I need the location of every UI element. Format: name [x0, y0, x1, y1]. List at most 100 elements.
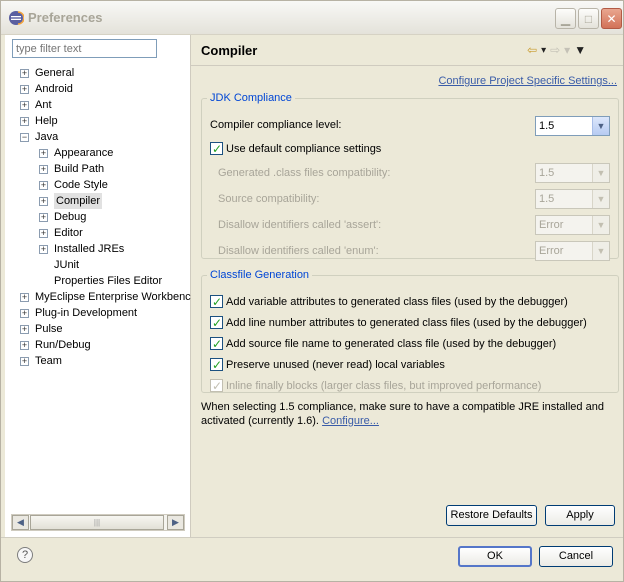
disallow-enum-select[interactable]: Error ▼ [535, 241, 610, 261]
tree-item[interactable]: + Code Style [5, 177, 191, 193]
classfile-option-label: Add variable attributes to generated cla… [226, 296, 568, 308]
tree-item[interactable]: + Editor [5, 225, 191, 241]
tree-item[interactable]: + Ant [5, 97, 191, 113]
expand-icon[interactable]: + [20, 341, 29, 350]
checkbox-icon [210, 377, 223, 395]
expand-icon[interactable]: + [20, 357, 29, 366]
close-icon: ✕ [606, 11, 617, 26]
tree-item[interactable]: Properties Files Editor [5, 273, 191, 289]
classfile-option-checkbox[interactable]: Preserve unused (never read) local varia… [210, 356, 445, 374]
classfile-option-label: Add line number attributes to generated … [226, 317, 587, 329]
view-menu-icon[interactable]: ▼ [574, 43, 586, 57]
compliance-level-label: Compiler compliance level: [210, 119, 342, 131]
expand-icon[interactable]: + [39, 197, 48, 206]
generated-class-compat-label: Generated .class files compatibility: [218, 167, 391, 179]
note-line-1: When selecting 1.5 compliance, make sure… [201, 401, 604, 413]
tree-item-label: MyEclipse Enterprise Workbenc [35, 291, 191, 303]
minimize-icon: ▁ [560, 11, 571, 26]
expand-icon[interactable]: + [20, 101, 29, 110]
tree-item[interactable]: + Installed JREs [5, 241, 191, 257]
classfile-option-checkbox[interactable]: Inline finally blocks (larger class file… [210, 377, 541, 395]
tree-item[interactable]: + Team [5, 353, 191, 369]
classfile-option-label: Preserve unused (never read) local varia… [226, 359, 445, 371]
classfile-generation-legend: Classfile Generation [210, 269, 310, 281]
expand-icon[interactable]: + [39, 213, 48, 222]
preferences-tree-pane: +General+Android+Ant+Help−Java+Appearanc… [5, 35, 191, 537]
preferences-tree: + General + Android + Ant + Help − Java + Appearanc… [5, 65, 191, 369]
classfile-option-checkbox[interactable]: Add line number attributes to generated … [210, 314, 587, 332]
scroll-thumb[interactable]: ||| [30, 515, 164, 530]
tree-item[interactable]: + Plug-in Development [5, 305, 191, 321]
tree-item[interactable]: + Appearance [5, 145, 191, 161]
source-compat-select[interactable]: 1.5 ▼ [535, 189, 610, 209]
forward-arrow-icon[interactable]: ⇨ [550, 43, 560, 57]
expand-icon[interactable]: + [20, 293, 29, 302]
compliance-level-select[interactable]: 1.5 ▼ [535, 116, 610, 136]
back-arrow-icon[interactable]: ⇦ [527, 43, 537, 57]
jdk-compliance-group: JDK Compliance Compiler compliance level… [201, 92, 619, 261]
chevron-down-icon: ▼ [592, 242, 609, 260]
tree-item[interactable]: + Run/Debug [5, 337, 191, 353]
restore-defaults-button[interactable]: Restore Defaults [446, 505, 537, 526]
horizontal-scrollbar[interactable]: ◀ ||| ▶ [11, 514, 185, 531]
tree-item-label: Code Style [54, 179, 108, 191]
expand-icon[interactable]: + [20, 325, 29, 334]
filter-input[interactable] [12, 39, 157, 58]
scroll-right-icon: ▶ [172, 517, 179, 527]
help-icon[interactable]: ? [17, 547, 33, 563]
configure-project-settings-link[interactable]: Configure Project Specific Settings... [438, 75, 617, 87]
chevron-down-icon: ▼ [592, 117, 609, 135]
preferences-window: Preferences ▁ □ ✕ + General + Android + Ant + H… [0, 0, 624, 582]
tree-item-label: Run/Debug [35, 339, 91, 351]
scroll-right-button[interactable]: ▶ [167, 515, 184, 530]
scroll-left-button[interactable]: ◀ [12, 515, 29, 530]
tree-item-label: Help [35, 115, 58, 127]
note-line-2: activated (currently 1.6). Configure... [201, 414, 611, 428]
generated-class-compat-select[interactable]: 1.5 ▼ [535, 163, 610, 183]
expand-icon[interactable]: + [39, 165, 48, 174]
ok-button[interactable]: OK [458, 546, 532, 567]
forward-menu-icon[interactable]: ▾ [564, 43, 570, 57]
maximize-button[interactable]: □ [578, 8, 599, 29]
expand-icon[interactable]: + [39, 149, 48, 158]
expand-icon[interactable]: + [20, 69, 29, 78]
classfile-option-checkbox[interactable]: Add source file name to generated class … [210, 335, 556, 353]
checkbox-icon [210, 335, 223, 353]
use-default-compliance-checkbox[interactable]: Use default compliance settings [210, 140, 381, 158]
tree-item[interactable]: + MyEclipse Enterprise Workbenc [5, 289, 191, 305]
expand-icon[interactable]: + [20, 309, 29, 318]
close-button[interactable]: ✕ [601, 8, 622, 29]
classfile-option-label: Inline finally blocks (larger class file… [226, 380, 542, 392]
apply-button[interactable]: Apply [545, 505, 615, 526]
tree-item[interactable]: + Compiler [5, 193, 191, 209]
tree-item[interactable]: + Pulse [5, 321, 191, 337]
tree-item[interactable]: JUnit [5, 257, 191, 273]
tree-item[interactable]: + Help [5, 113, 191, 129]
cancel-button[interactable]: Cancel [539, 546, 613, 567]
tree-item[interactable]: + Android [5, 81, 191, 97]
disallow-assert-select[interactable]: Error ▼ [535, 215, 610, 235]
tree-item[interactable]: − Java [5, 129, 191, 145]
configure-jre-link[interactable]: Configure... [322, 415, 379, 427]
maximize-icon: □ [584, 11, 593, 26]
tree-item[interactable]: + General [5, 65, 191, 81]
back-menu-icon[interactable]: ▾ [541, 45, 546, 56]
title-bar[interactable]: Preferences ▁ □ ✕ [1, 1, 623, 35]
minimize-button[interactable]: ▁ [555, 8, 576, 29]
checkbox-icon [210, 314, 223, 332]
collapse-icon[interactable]: − [20, 133, 29, 142]
tree-item[interactable]: + Debug [5, 209, 191, 225]
expand-icon[interactable]: + [20, 117, 29, 126]
classfile-generation-group: Classfile Generation Add variable attrib… [201, 269, 619, 395]
expand-icon[interactable]: + [39, 229, 48, 238]
expand-icon[interactable]: + [20, 85, 29, 94]
classfile-option-checkbox[interactable]: Add variable attributes to generated cla… [210, 293, 568, 311]
expand-icon[interactable]: + [39, 181, 48, 190]
tree-item-label: Properties Files Editor [54, 275, 163, 287]
tree-item[interactable]: + Build Path [5, 161, 191, 177]
expand-icon[interactable]: + [39, 245, 48, 254]
classfile-option-label: Add source file name to generated class … [226, 338, 557, 350]
tree-item-label: Ant [35, 99, 52, 111]
tree-item-label: Debug [54, 211, 87, 223]
source-compat-value: 1.5 [539, 193, 555, 205]
